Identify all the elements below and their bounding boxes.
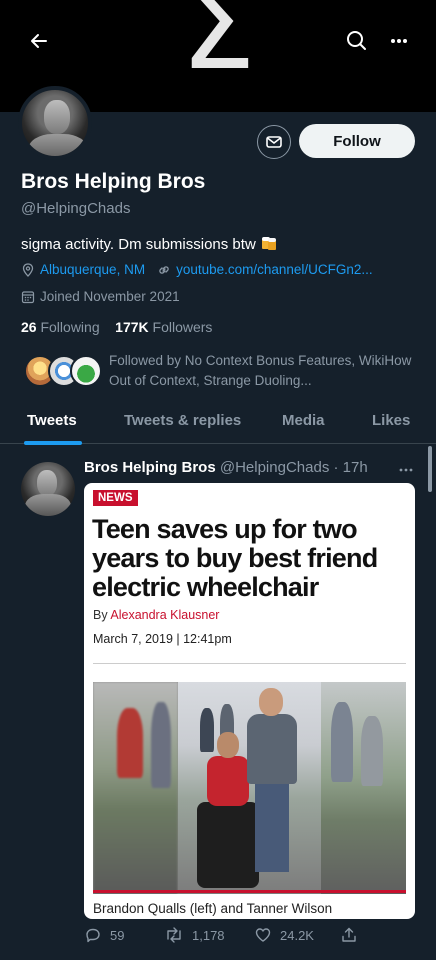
location-pin-icon [22, 262, 34, 277]
article-by-prefix: By [93, 608, 111, 622]
active-tab-indicator [24, 441, 82, 445]
share-icon [342, 927, 356, 942]
avatar-body [28, 134, 88, 156]
banner-sigma-symbol: Σ [180, 0, 256, 97]
avatar-face [37, 470, 57, 496]
blurred-figure [151, 702, 171, 788]
reply-count: 59 [110, 927, 125, 943]
followed-by-avatars[interactable] [24, 355, 104, 391]
followers-count: 177K [115, 319, 149, 335]
profile-bio: sigma activity. Dm submissions btw [21, 235, 278, 253]
following-link[interactable]: 26 Following [21, 319, 100, 335]
following-label: Following [40, 319, 100, 335]
photo-blurred-right [321, 682, 406, 894]
avatar-face [44, 100, 70, 134]
followers-link[interactable]: 177K Followers [115, 319, 212, 335]
share-button[interactable] [340, 926, 366, 944]
scrollbar[interactable] [428, 446, 432, 492]
more-button[interactable] [384, 26, 414, 56]
avatar-body [25, 494, 71, 516]
person-legs [255, 782, 289, 872]
tab-likes[interactable]: Likes [372, 412, 410, 429]
more-horizontal-icon [399, 468, 413, 472]
search-icon [347, 31, 366, 50]
article-news-tag: NEWS [93, 490, 138, 506]
like-count: 24.2K [280, 927, 314, 943]
photo-person-standing [245, 688, 299, 878]
person-torso [247, 714, 297, 784]
article-headline: Teen saves up for two years to buy best … [92, 514, 378, 602]
blurred-figure [117, 708, 143, 778]
profile-display-name: Bros Helping Bros [21, 170, 206, 193]
person-head [217, 732, 239, 758]
profile-tabs: Tweets Tweets & replies Media Likes [0, 402, 436, 445]
photo-blurred-left [93, 682, 178, 894]
profile-follow-counts: 26 Following 177K Followers [21, 319, 212, 335]
tweet-actions: 59 1,178 24.2K [0, 926, 436, 950]
tweet-author-name[interactable]: Bros Helping Bros [84, 459, 216, 476]
beer-mugs-emoji-icon [261, 237, 276, 250]
article-divider [93, 663, 406, 664]
profile-joined-date: Joined November 2021 [40, 289, 180, 304]
tab-tweets-and-replies[interactable]: Tweets & replies [124, 412, 241, 429]
article-date: March 7, 2019 | 12:41pm [93, 632, 232, 646]
heart-icon [255, 928, 271, 942]
blurred-figure [361, 716, 383, 786]
reply-icon [86, 928, 100, 943]
link-icon [159, 265, 169, 274]
person-torso [207, 756, 249, 806]
retweet-count: 1,178 [192, 927, 225, 943]
retweet-icon [167, 927, 181, 943]
search-button[interactable] [342, 26, 372, 56]
tweet-more-button[interactable] [396, 460, 416, 480]
tweet-timestamp[interactable]: 17h [343, 459, 368, 476]
tweet-author-avatar[interactable] [21, 462, 75, 516]
photo-caption: Brandon Qualls (left) and Tanner Wilson [93, 901, 333, 916]
profile-avatar[interactable] [18, 86, 92, 160]
person-head [259, 688, 283, 716]
tweet-header: Bros Helping Bros @HelpingChads · 17h [84, 459, 368, 476]
profile-meta-joined-row: Joined November 2021 [21, 289, 180, 304]
followed-by-avatar [70, 355, 102, 387]
profile-bio-text: sigma activity. Dm submissions btw [21, 236, 256, 253]
tab-tweets[interactable]: Tweets [27, 412, 77, 429]
tab-media[interactable]: Media [282, 412, 325, 429]
message-button[interactable] [257, 125, 291, 159]
article-author: Alexandra Klausner [110, 608, 220, 622]
tweet-separator: · [329, 459, 343, 476]
retweet-button[interactable]: 1,178 [164, 926, 225, 944]
arrow-left-icon [31, 34, 47, 48]
tweet-article-image[interactable]: NEWS Teen saves up for two years to buy … [84, 483, 415, 919]
mail-icon [266, 136, 282, 148]
profile-location: Albuquerque, NM [40, 262, 146, 277]
photo-caption-bar [93, 890, 406, 893]
reply-button[interactable]: 59 [84, 926, 124, 944]
like-button[interactable]: 24.2K [254, 926, 314, 944]
more-horizontal-icon [391, 39, 407, 43]
profile-handle: @HelpingChads [21, 200, 131, 217]
following-count: 26 [21, 319, 37, 335]
profile-meta-location-row: Albuquerque, NM youtube.com/channel/UCFG… [21, 262, 373, 277]
followed-by-text[interactable]: Followed by No Context Bonus Features, W… [109, 351, 419, 391]
calendar-icon [21, 290, 35, 303]
article-photo [93, 682, 406, 894]
blurred-figure [331, 702, 353, 782]
followers-label: Followers [152, 319, 213, 335]
profile-website-link[interactable]: youtube.com/channel/UCFGn2... [176, 262, 373, 277]
follow-button[interactable]: Follow [299, 124, 415, 158]
tweet-author-handle[interactable]: @HelpingChads [220, 459, 329, 476]
back-button[interactable] [24, 26, 54, 56]
article-byline: By Alexandra Klausner [93, 608, 219, 622]
